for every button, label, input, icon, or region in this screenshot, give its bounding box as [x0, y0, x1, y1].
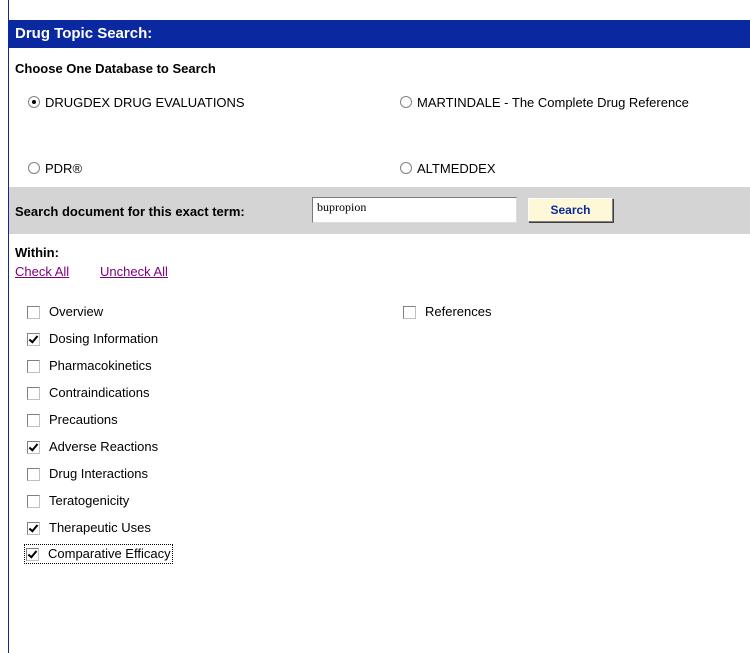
checkbox[interactable]	[27, 440, 40, 454]
checkbox-label: Adverse Reactions	[49, 439, 159, 454]
radio-button[interactable]	[28, 162, 40, 174]
checkbox[interactable]	[27, 521, 40, 535]
radio-label: MARTINDALE - The Complete Drug Reference	[417, 95, 689, 110]
search-label: Search document for this exact term:	[15, 204, 245, 219]
checkbox[interactable]	[27, 359, 40, 373]
radio-button[interactable]	[400, 96, 412, 108]
checkbox-label: Overview	[49, 304, 104, 319]
radio-button[interactable]	[400, 162, 412, 174]
checkbox-label: Pharmacokinetics	[49, 358, 152, 373]
checkbox[interactable]	[27, 494, 40, 508]
radio-option-pdr[interactable]: PDR®	[28, 160, 82, 178]
section-option-adverse-reactions[interactable]: Adverse Reactions	[27, 439, 158, 455]
radio-option-altmeddex[interactable]: ALTMEDDEX	[400, 160, 496, 178]
radio-label: PDR®	[45, 161, 83, 176]
section-option-therapeutic-uses[interactable]: Therapeutic Uses	[27, 520, 151, 536]
check-all-link[interactable]: Check All	[15, 264, 69, 279]
uncheck-all-link[interactable]: Uncheck All	[100, 264, 168, 279]
checkbox-label: Therapeutic Uses	[49, 520, 151, 535]
section-option-overview[interactable]: Overview	[27, 304, 103, 320]
checkbox[interactable]	[403, 305, 416, 319]
section-option-comparative-efficacy[interactable]: Comparative Efficacy	[24, 544, 173, 564]
section-option-pharmacokinetics[interactable]: Pharmacokinetics	[27, 358, 152, 374]
checkbox[interactable]	[27, 332, 40, 346]
section-option-precautions[interactable]: Precautions	[27, 412, 118, 428]
radio-button[interactable]	[28, 96, 40, 108]
section-option-dosing-information[interactable]: Dosing Information	[27, 331, 158, 347]
checkbox-label: Teratogenicity	[49, 493, 130, 508]
radio-option-martindale[interactable]: MARTINDALE - The Complete Drug Reference	[400, 94, 710, 112]
checkbox-label: References	[425, 304, 492, 319]
checkbox-label: Precautions	[49, 412, 118, 427]
search-button[interactable]: Search	[528, 198, 613, 222]
within-label: Within:	[15, 245, 59, 260]
radio-label: ALTMEDDEX	[417, 161, 496, 176]
checkbox[interactable]	[27, 305, 40, 319]
section-option-teratogenicity[interactable]: Teratogenicity	[27, 493, 129, 509]
checkbox-label: Contraindications	[49, 385, 150, 400]
checkbox[interactable]	[27, 413, 40, 427]
checkbox[interactable]	[27, 467, 40, 481]
checkbox[interactable]	[26, 547, 39, 561]
search-input[interactable]: bupropion	[312, 197, 517, 223]
radio-label: DRUGDEX DRUG EVALUATIONS	[45, 95, 245, 110]
radio-option-drugdex[interactable]: DRUGDEX DRUG EVALUATIONS	[28, 94, 245, 112]
checkbox-label: Drug Interactions	[49, 466, 148, 481]
checkbox[interactable]	[27, 386, 40, 400]
page-title: Drug Topic Search:	[8, 20, 750, 48]
section-option-contraindications[interactable]: Contraindications	[27, 385, 149, 401]
database-heading: Choose One Database to Search	[15, 61, 216, 76]
section-option-drug-interactions[interactable]: Drug Interactions	[27, 466, 148, 482]
checkbox-label: Comparative Efficacy	[48, 546, 171, 561]
section-option-references[interactable]: References	[403, 304, 491, 320]
checkbox-label: Dosing Information	[49, 331, 159, 346]
